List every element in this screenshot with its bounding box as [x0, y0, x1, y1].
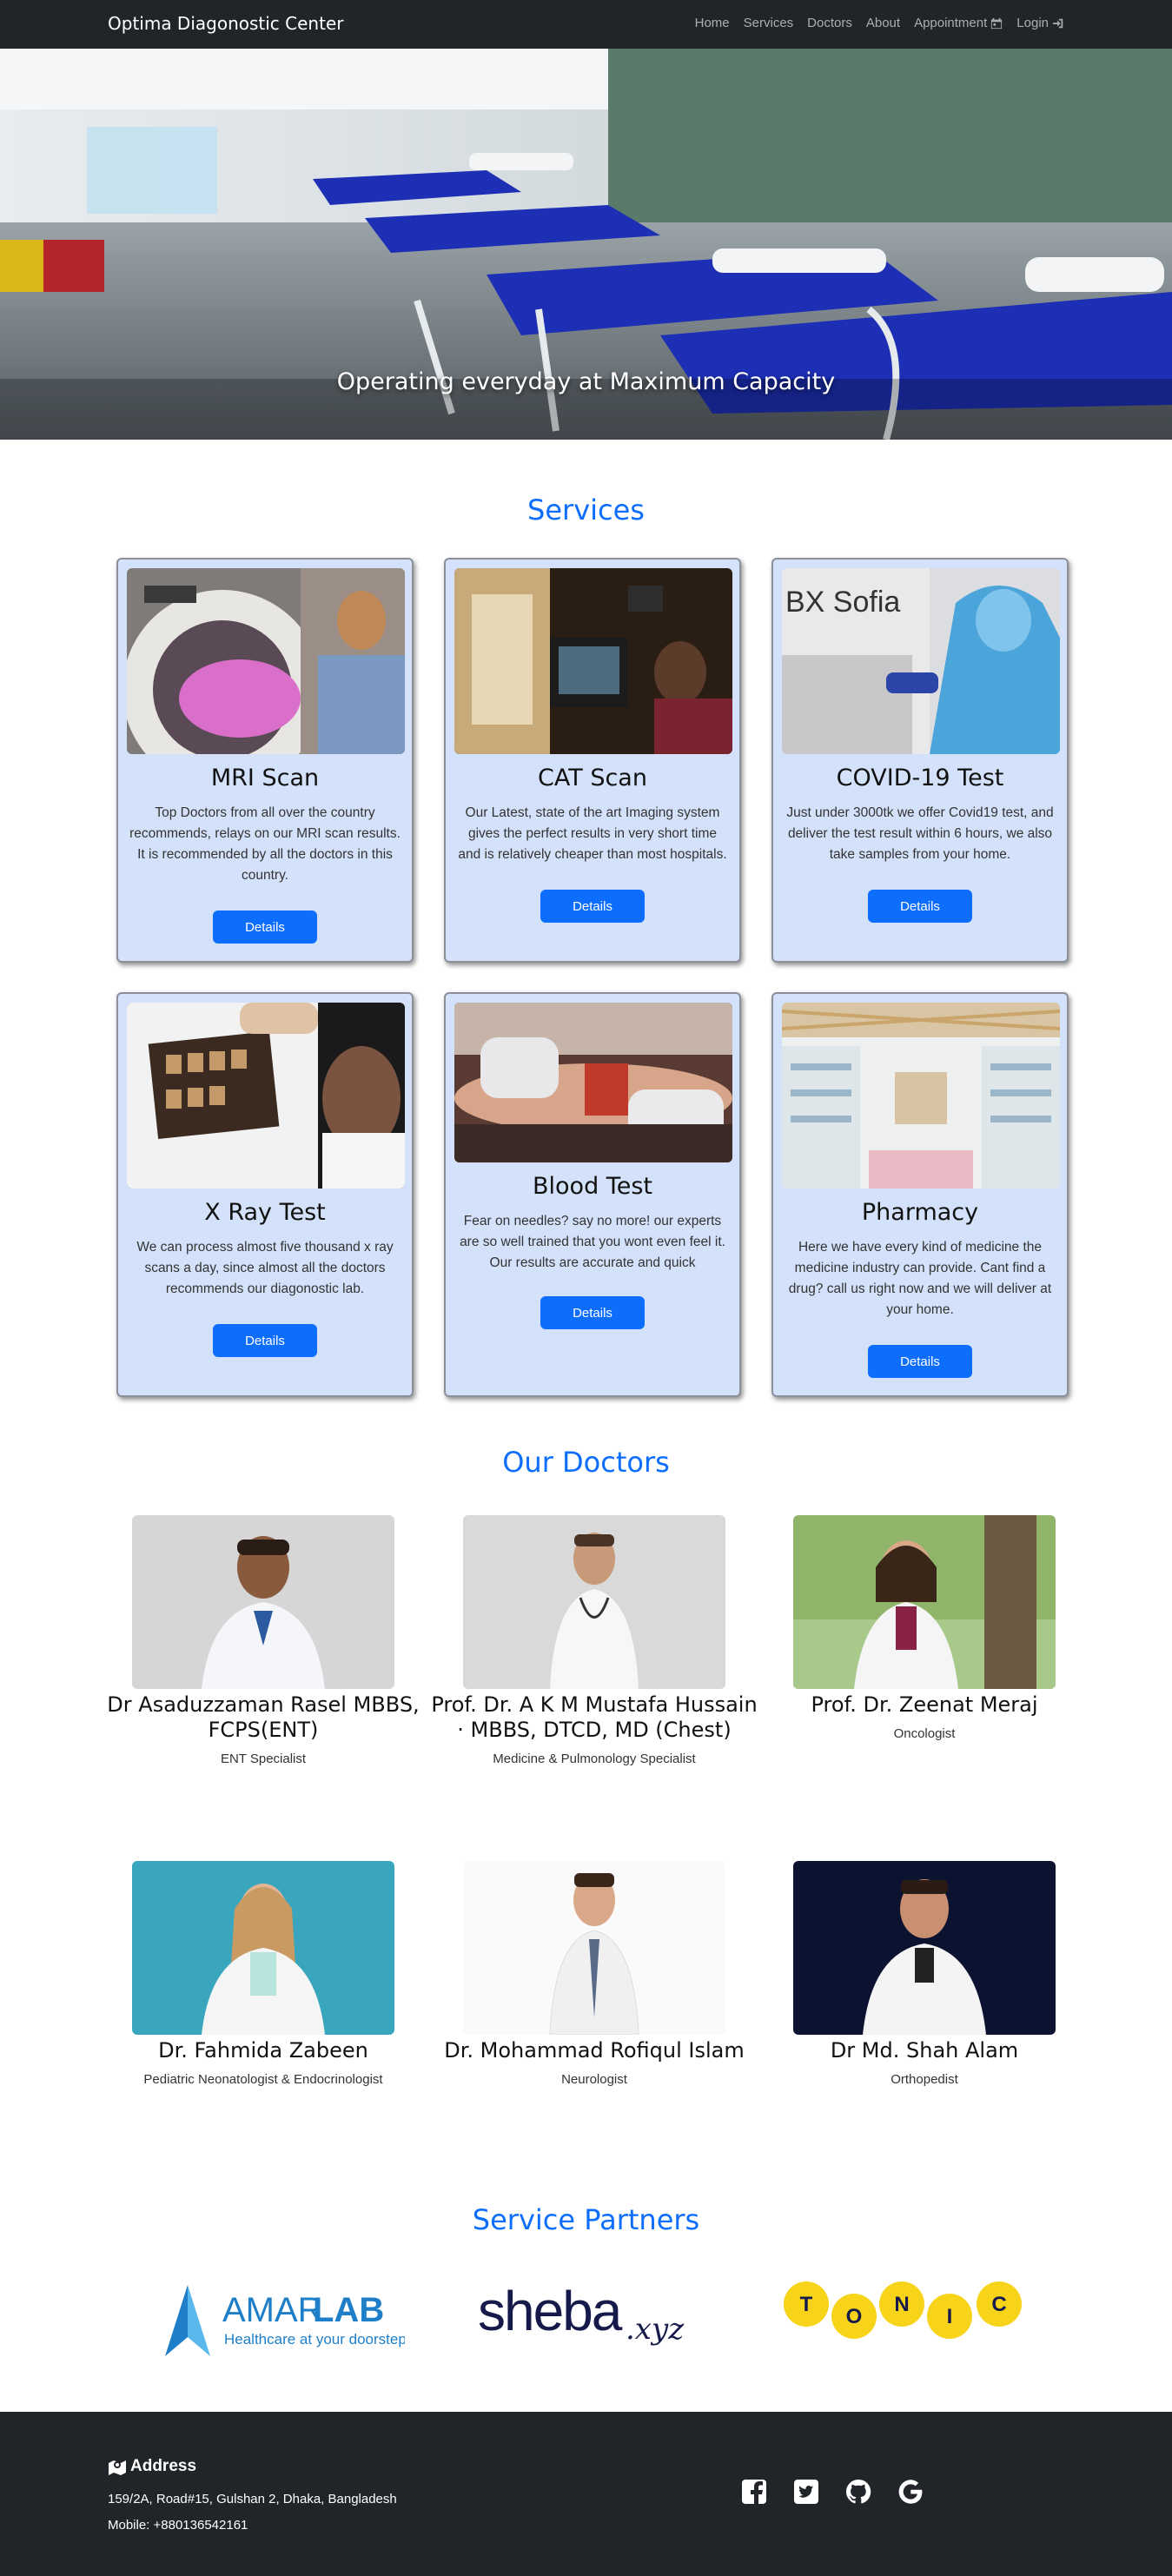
service-title: X Ray Test — [204, 1199, 326, 1226]
doctor-name: Dr. Fahmida Zabeen — [158, 2038, 368, 2063]
map-marker-icon — [109, 2460, 126, 2475]
details-button-blood[interactable]: Details — [540, 1296, 645, 1329]
doctor-photo — [463, 1861, 725, 2035]
amarlab-part1: AMAR — [222, 2291, 323, 2329]
service-description: Here we have every kind of medicine the … — [788, 1240, 1052, 1317]
sheba-main: sheba — [478, 2281, 623, 2342]
doctor-specialty: Oncologist — [893, 1726, 956, 1741]
amarlab-logo[interactable]: AMAR LAB Healthcare at your doorstep — [162, 2283, 407, 2358]
amarlab-part2: LAB — [313, 2291, 384, 2329]
calendar-icon — [991, 17, 1003, 29]
doctor-card: Dr Asaduzzaman Rasel MBBS, FCPS(ENT) ENT… — [98, 1515, 428, 1766]
doctor-specialty: Orthopedist — [891, 2072, 958, 2087]
doctor-card: Dr. Mohammad Rofiqul Islam Neurologist — [429, 1861, 759, 2087]
doctor-card: Dr Md. Shah Alam Orthopedist — [759, 1861, 1089, 2087]
service-description: We can process almost five thousand x ra… — [136, 1240, 394, 1296]
service-title: MRI Scan — [210, 765, 320, 791]
doctor-name: Dr Asaduzzaman Rasel MBBS, FCPS(ENT) — [107, 1692, 420, 1742]
sign-in-icon — [1052, 18, 1063, 28]
tonic-letter: I — [947, 2305, 953, 2328]
social-links — [740, 2478, 924, 2506]
service-title: CAT Scan — [538, 765, 647, 791]
doctor-photo — [793, 1861, 1056, 2035]
blood-test-image — [454, 1003, 732, 1162]
service-description: Fear on needles? say no more! our expert… — [460, 1214, 725, 1270]
doctor-specialty: Pediatric Neonatologist & Endocrinologis… — [143, 2072, 383, 2087]
service-card-covid: BX Sofia COVID-19 Test Just under 3000tk… — [771, 558, 1069, 963]
service-card-blood: Blood Test Fear on needles? say no more!… — [444, 992, 741, 1397]
tonic-letter: T — [800, 2293, 813, 2316]
svg-text:BX Sofia: BX Sofia — [785, 586, 900, 619]
nav-doctors[interactable]: Doctors — [807, 16, 852, 30]
doctor-photo — [463, 1515, 725, 1689]
service-title: Blood Test — [533, 1173, 652, 1200]
doctor-name: Dr Md. Shah Alam — [830, 2038, 1019, 2063]
twitter-icon[interactable] — [792, 2478, 820, 2506]
service-card-xray: X Ray Test We can process almost five th… — [116, 992, 414, 1397]
facebook-icon[interactable] — [740, 2478, 768, 2506]
service-description: Our Latest, state of the art Imaging sys… — [458, 805, 727, 862]
doctor-specialty: ENT Specialist — [220, 1752, 307, 1766]
google-icon[interactable] — [897, 2478, 924, 2506]
service-description: Top Doctors from all over the country re… — [129, 805, 401, 883]
hero-caption: Operating everyday at Maximum Capacity — [336, 368, 836, 395]
services-title: Services — [527, 493, 645, 526]
nav-appointment-label: Appointment — [914, 16, 988, 30]
amarlab-tagline: Healthcare at your doorstep — [224, 2331, 405, 2348]
nav-links: Home Services Doctors About Appointment … — [695, 16, 1064, 30]
mri-scan-image — [127, 568, 405, 754]
tonic-letter: O — [846, 2305, 863, 2328]
service-title: COVID-19 Test — [836, 765, 1004, 791]
details-button-mri[interactable]: Details — [213, 911, 317, 944]
service-card-mri: MRI Scan Top Doctors from all over the c… — [116, 558, 414, 963]
address-heading-label: Address — [130, 2457, 197, 2475]
tonic-letter: N — [894, 2293, 909, 2316]
hero-banner: Operating everyday at Maximum Capacity — [0, 49, 1172, 440]
service-description: Just under 3000tk we offer Covid19 test,… — [786, 805, 1054, 862]
doctor-name: Prof. Dr. Zeenat Meraj — [811, 1692, 1038, 1717]
sheba-logo[interactable]: sheba .xyz — [476, 2280, 711, 2351]
covid-test-image: BX Sofia — [782, 568, 1060, 754]
nav-services[interactable]: Services — [744, 16, 794, 30]
nav-login-label: Login — [1016, 16, 1049, 30]
details-button-xray[interactable]: Details — [213, 1324, 317, 1357]
partners-title: Service Partners — [472, 2203, 700, 2236]
details-button-pharmacy[interactable]: Details — [868, 1345, 972, 1378]
sheba-suffix: .xyz — [626, 2312, 685, 2347]
tonic-logo[interactable]: T O N I C — [780, 2278, 1029, 2342]
doctor-photo — [793, 1515, 1056, 1689]
nav-home[interactable]: Home — [695, 16, 730, 30]
service-title: Pharmacy — [861, 1199, 979, 1226]
tonic-letter: C — [991, 2293, 1006, 2316]
cat-scan-image — [454, 568, 732, 754]
doctor-specialty: Neurologist — [561, 2072, 627, 2087]
service-card-cat: CAT Scan Our Latest, state of the art Im… — [444, 558, 741, 963]
doctor-name: Prof. Dr. A K M Mustafa Hussain · MBBS, … — [431, 1692, 758, 1742]
navbar: Optima Diagonostic Center Home Services … — [0, 0, 1172, 49]
doctor-card: Prof. Dr. Zeenat Meraj Oncologist — [759, 1515, 1089, 1741]
doctor-specialty: Medicine & Pulmonology Specialist — [493, 1752, 696, 1766]
mobile-text: Mobile: +880136542161 — [108, 2518, 248, 2533]
doctor-name: Dr. Mohammad Rofiqul Islam — [444, 2038, 745, 2063]
address-heading: Address — [108, 2457, 196, 2476]
doctor-photo — [132, 1515, 394, 1689]
doctor-card: Dr. Fahmida Zabeen Pediatric Neonatologi… — [98, 1861, 428, 2087]
xray-test-image — [127, 1003, 405, 1189]
nav-appointment[interactable]: Appointment — [914, 16, 1003, 30]
doctor-card: Prof. Dr. A K M Mustafa Hussain · MBBS, … — [429, 1515, 759, 1766]
nav-about[interactable]: About — [866, 16, 900, 30]
details-button-cat[interactable]: Details — [540, 890, 645, 923]
doctors-title: Our Doctors — [502, 1446, 670, 1479]
brand-logo-text[interactable]: Optima Diagonostic Center — [108, 13, 343, 34]
footer: Address 159/2A, Road#15, Gulshan 2, Dhak… — [0, 2412, 1172, 2576]
pharmacy-image — [782, 1003, 1060, 1189]
address-text: 159/2A, Road#15, Gulshan 2, Dhaka, Bangl… — [108, 2492, 397, 2506]
details-button-covid[interactable]: Details — [868, 890, 972, 923]
nav-login[interactable]: Login — [1016, 16, 1064, 30]
service-card-pharmacy: Pharmacy Here we have every kind of medi… — [771, 992, 1069, 1397]
doctor-photo — [132, 1861, 394, 2035]
github-icon[interactable] — [844, 2478, 872, 2506]
